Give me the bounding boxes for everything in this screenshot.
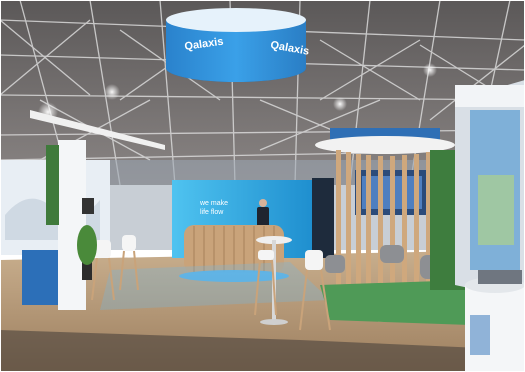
screen-line-2: life flow: [200, 209, 224, 216]
left-column: [58, 140, 86, 310]
screen-line-1: we make: [199, 200, 228, 207]
left-counter: [22, 250, 58, 305]
front-display-pedestal: [465, 270, 525, 372]
left-monitor: [82, 198, 94, 214]
video-wall-dark-panel: [312, 178, 334, 258]
trade-show-booth-photo: Qalaxis Qalaxis we make life flow: [0, 0, 525, 372]
green-wall-left: [46, 145, 59, 225]
right-top-sign: [455, 85, 525, 107]
hanging-ring-sign: Qalaxis Qalaxis: [166, 8, 310, 82]
right-display-inset: [478, 175, 514, 245]
